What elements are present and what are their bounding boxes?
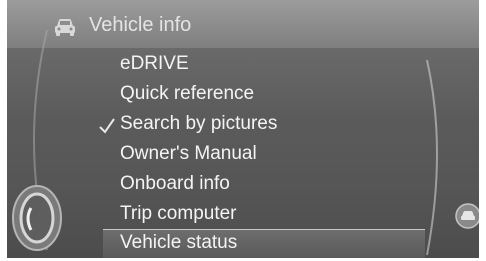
checkmark-icon [99, 118, 115, 134]
side-car-button[interactable] [455, 203, 479, 229]
menu-item-quick-reference[interactable]: Quick reference [120, 80, 440, 108]
controller-icon [12, 185, 62, 251]
page-title: Vehicle info [89, 14, 192, 36]
vehicle-info-screen: Vehicle info eDRIVE Quick reference Sear… [7, 0, 479, 258]
menu-item-onboard-info[interactable]: Onboard info [120, 170, 440, 198]
menu-item-vehicle-status[interactable]: Vehicle status [120, 229, 440, 257]
menu-item-trip-computer[interactable]: Trip computer [120, 200, 440, 228]
title-bar: Vehicle info [7, 0, 479, 48]
car-icon [55, 19, 75, 36]
menu-item-edrive[interactable]: eDRIVE [120, 50, 440, 78]
menu-item-owners-manual[interactable]: Owner's Manual [120, 140, 440, 168]
menu-item-search-by-pictures[interactable]: Search by pictures [120, 110, 440, 138]
